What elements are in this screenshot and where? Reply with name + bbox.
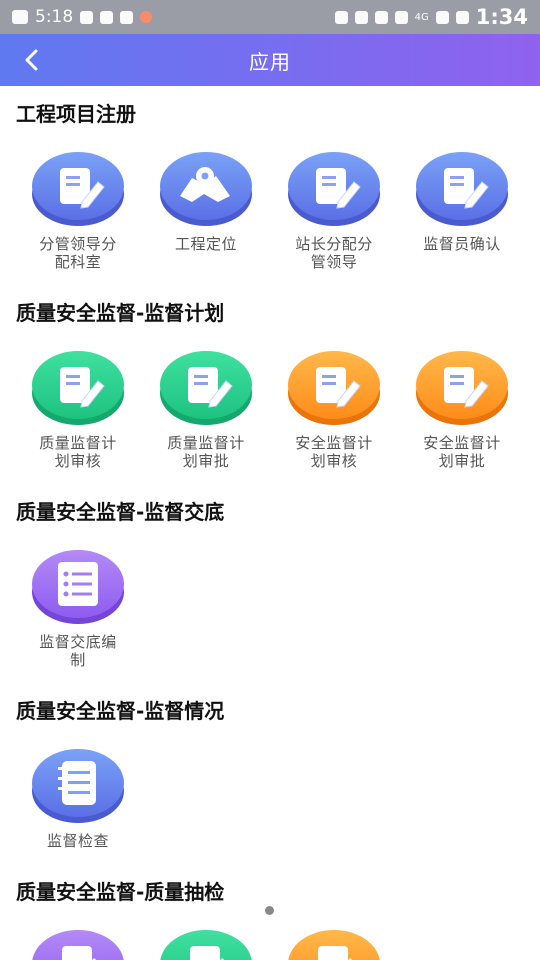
document-edit-icon: [286, 345, 382, 429]
app-tile[interactable]: [270, 924, 398, 960]
app-tile-label: 安全监督计划审批: [423, 434, 501, 470]
signal-icon: [435, 10, 449, 24]
app-tile[interactable]: 质量监督计划审核: [14, 345, 142, 470]
gallery-icon: [12, 10, 28, 24]
app-tile[interactable]: 安全监督计划审批: [398, 345, 526, 470]
telegram-icon: [120, 10, 134, 24]
document-edit-icon: [158, 345, 254, 429]
app-tile[interactable]: 监督检查: [14, 743, 142, 850]
status-bar: 5:18 4G 1:34: [0, 0, 540, 34]
back-button[interactable]: [14, 44, 50, 76]
section-grid: 监督交底编制: [14, 544, 526, 669]
app-tile-label: 质量监督计划审核: [39, 434, 117, 470]
section-title: 质量安全监督-质量抽检: [16, 880, 225, 904]
document-edit-icon: [30, 345, 126, 429]
chevron-left-icon: [25, 49, 38, 71]
app-tile-label: 监督交底编制: [39, 633, 117, 669]
app-tile[interactable]: 质量监督计划审批: [142, 345, 270, 470]
app-tile[interactable]: 监督交底编制: [14, 544, 142, 669]
status-time-left: 5:18: [35, 7, 74, 27]
edit-icon: [286, 924, 382, 960]
section-title: 质量安全监督-监督计划: [16, 301, 225, 325]
scroll-indicator: [265, 906, 274, 915]
hd-icon: [374, 10, 388, 24]
edit-icon: [30, 924, 126, 960]
app-tile-label: 质量监督计划审批: [167, 434, 245, 470]
app-grid-content: 工程项目注册 分管领导分配科室 工程定位 站长分配分管领导 监督员确认质量安全监…: [0, 86, 540, 960]
document-edit-icon: [30, 146, 126, 230]
app-notification-icon: [80, 10, 94, 24]
app-tile-label: 监督员确认: [423, 235, 501, 253]
app-tile-label: 监督检查: [46, 832, 109, 850]
document-edit-icon: [414, 345, 510, 429]
section-title: 工程项目注册: [16, 102, 136, 126]
status-time-right: 1:34: [475, 5, 528, 29]
mute-icon: [354, 10, 368, 24]
section-grid: 监督检查: [14, 743, 526, 850]
app-notification-icon: [140, 11, 153, 23]
section-grid: 质量监督计划审核 质量监督计划审批 安全监督计划审核 安全监督计划审批: [14, 345, 526, 470]
document-edit-icon: [286, 146, 382, 230]
notebook-icon: [30, 743, 126, 827]
alarm-icon: [334, 10, 348, 24]
wifi-icon: [394, 10, 408, 24]
app-tile[interactable]: 站长分配分管领导: [270, 146, 398, 271]
app-tile[interactable]: [142, 924, 270, 960]
map-location-icon: [158, 146, 254, 230]
app-tile[interactable]: 监督员确认: [398, 146, 526, 271]
network-type: 4G: [414, 11, 429, 23]
page-title: 应用: [249, 49, 291, 74]
section-title: 质量安全监督-监督交底: [16, 500, 225, 524]
battery-icon: [455, 10, 469, 24]
section-title: 质量安全监督-监督情况: [16, 699, 225, 723]
app-bar: 应用: [0, 34, 540, 86]
checklist-icon: [30, 544, 126, 628]
app-tile[interactable]: [14, 924, 142, 960]
edit-icon: [158, 924, 254, 960]
section-grid: 分管领导分配科室 工程定位 站长分配分管领导 监督员确认: [14, 146, 526, 271]
app-tile[interactable]: 工程定位: [142, 146, 270, 271]
app-tile-label: 工程定位: [174, 235, 237, 253]
app-tile[interactable]: 安全监督计划审核: [270, 345, 398, 470]
section-grid: [14, 924, 526, 960]
document-edit-icon: [414, 146, 510, 230]
app-tile-label: 站长分配分管领导: [295, 235, 373, 271]
app-notification-icon: [100, 10, 114, 24]
app-tile-label: 安全监督计划审核: [295, 434, 373, 470]
app-tile[interactable]: 分管领导分配科室: [14, 146, 142, 271]
app-tile-label: 分管领导分配科室: [39, 235, 117, 271]
